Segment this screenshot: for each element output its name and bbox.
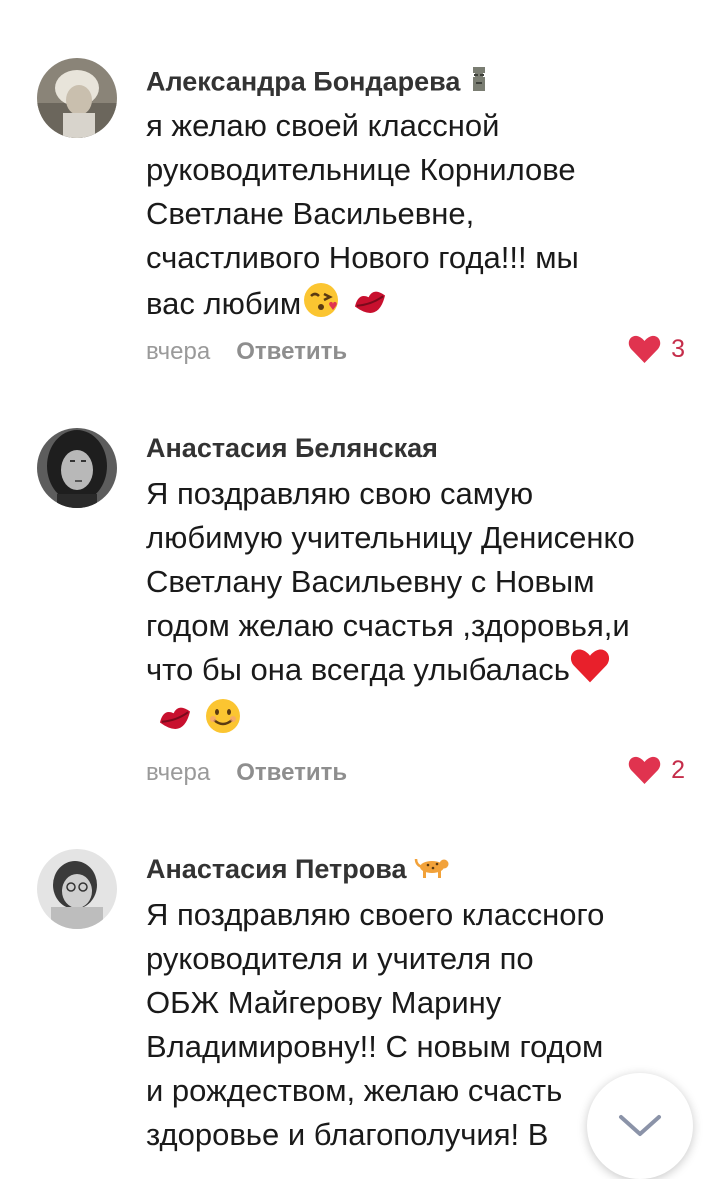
avatar[interactable] [37, 428, 117, 508]
kiss-lips-icon [350, 284, 390, 328]
comment-text: я желаю своей классной руководительнице … [146, 104, 696, 332]
heart-icon [628, 335, 661, 363]
smiling-face-icon [203, 696, 243, 748]
like-count: 2 [671, 756, 685, 784]
avatar[interactable] [37, 58, 117, 138]
like-count: 3 [671, 335, 685, 363]
reply-button[interactable]: Ответить [236, 338, 347, 365]
comment-time: вчера [146, 338, 211, 365]
kiss-lips-icon [155, 700, 195, 744]
like-button[interactable]: 2 [628, 756, 685, 785]
comment-time: вчера [146, 759, 211, 786]
moai-icon [468, 65, 490, 102]
chevron-down-icon [619, 1115, 661, 1136]
comment-text: Я поздравляю свою самую любимую учительн… [146, 472, 696, 748]
avatar[interactable] [37, 849, 117, 929]
red-heart-icon [570, 648, 610, 696]
comment-author[interactable]: Анастасия Белянская [146, 433, 438, 464]
kissing-face-icon [301, 280, 341, 332]
comment-meta: вчера Ответить [146, 338, 347, 366]
comment-author[interactable]: Анастасия Петрова [146, 854, 450, 886]
comment-author[interactable]: Александра Бондарева [146, 65, 490, 102]
heart-icon [628, 756, 661, 784]
scroll-down-button[interactable] [587, 1073, 693, 1179]
like-button[interactable]: 3 [628, 335, 685, 364]
comment-meta: вчера Ответить [146, 759, 347, 787]
reply-button[interactable]: Ответить [236, 759, 347, 786]
leopard-icon [414, 855, 450, 886]
